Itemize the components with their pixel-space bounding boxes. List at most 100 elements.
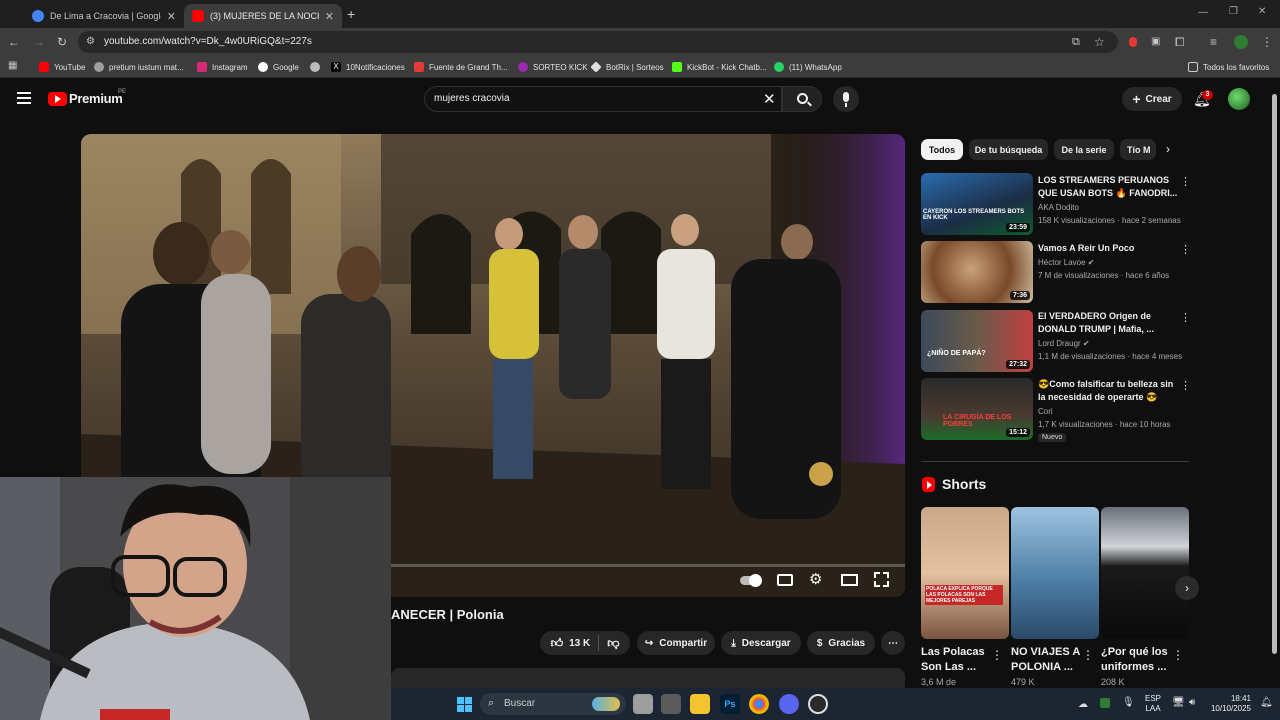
file-explorer-icon[interactable] [690, 694, 710, 714]
apps-grid-icon[interactable]: ▦ [8, 59, 17, 73]
app-icon[interactable] [661, 694, 681, 714]
tab-google-vuelos[interactable]: De Lima a Cracovia | Google Vu ✕ [24, 4, 184, 28]
chrome-menu-icon[interactable]: ⋮ [1261, 35, 1273, 49]
restore-button[interactable]: ❐ [1229, 6, 1238, 17]
youtube-logo-icon[interactable] [48, 92, 67, 106]
rec-thumbnail[interactable]: LA CIRUGÍA DE LOS POBRES 15:12 [921, 378, 1033, 440]
microphone-icon[interactable]: 🎙︎ [1122, 697, 1135, 708]
subtitles-icon[interactable] [777, 574, 793, 586]
rec-thumbnail[interactable]: CAYERON LOS STREAMERS BOTS EN KICK 23:59 [921, 173, 1033, 235]
chevron-right-icon[interactable]: › [1166, 142, 1170, 156]
extensions-puzzle-icon[interactable]: ⧠ [1175, 35, 1185, 49]
voice-search-button[interactable] [833, 86, 859, 112]
clear-search-icon[interactable]: ✕ [763, 90, 776, 108]
more-options-icon[interactable]: ⋮ [1180, 379, 1191, 392]
rec-channel[interactable]: Lord Draugr ✔ [1038, 339, 1090, 348]
reload-icon[interactable]: ↻ [57, 35, 67, 49]
bookmark-pretium[interactable]: pretium iustum mat... [94, 60, 184, 74]
tab-youtube-video[interactable]: (3) MUJERES DE LA NOCHE, CR ✕ [184, 4, 342, 28]
youtube-premium-logo[interactable]: Premium [69, 91, 123, 106]
short-title[interactable]: ¿Por qué los uniformes ... [1101, 645, 1171, 675]
rec-thumbnail[interactable]: 7:36 [921, 241, 1033, 303]
scrollbar-thumb[interactable] [1272, 94, 1277, 654]
bookmark-kickbot[interactable]: KickBot - Kick Chatb... [672, 60, 767, 74]
more-actions-button[interactable]: ⋯ [881, 631, 905, 655]
forward-icon[interactable]: → [33, 35, 45, 49]
photoshop-icon[interactable]: Ps [720, 694, 740, 714]
minimize-button[interactable]: — [1198, 7, 1208, 18]
search-query[interactable]: mujeres cracovia [434, 93, 510, 104]
close-window-button[interactable]: ✕ [1258, 6, 1266, 17]
rec-title[interactable]: 😎Como falsificar tu belleza sin la neces… [1038, 378, 1178, 404]
bookmark-instagram[interactable]: Instagram [197, 60, 248, 74]
url-text[interactable]: youtube.com/watch?v=Dk_4w0URiGQ&t=227s [104, 36, 312, 47]
all-bookmarks[interactable]: Todos los favoritos [1188, 60, 1269, 74]
volume-icon[interactable]: 🔊︎ [1189, 697, 1195, 708]
chip-de-tu-busqueda[interactable]: De tu búsqueda [969, 139, 1048, 160]
bookmark-botrix[interactable]: BotRix | Sorteos [590, 60, 664, 74]
rec-channel[interactable]: AKA Dodito [1038, 203, 1079, 212]
short-title[interactable]: Las Polacas Son Las ... [921, 645, 991, 675]
rec-channel[interactable]: Cori [1038, 407, 1053, 416]
create-button[interactable]: + Crear [1122, 87, 1182, 111]
bookmark-whatsapp[interactable]: (11) WhatsApp [774, 60, 842, 74]
like-count[interactable]: 13 K [569, 638, 590, 649]
autoplay-toggle[interactable] [740, 574, 762, 587]
search-button[interactable] [782, 86, 822, 112]
more-options-icon[interactable]: ⋮ [991, 648, 1003, 662]
discord-icon[interactable] [779, 694, 799, 714]
chip-de-la-serie[interactable]: De la serie [1054, 139, 1114, 160]
description-box[interactable] [391, 668, 905, 688]
bookmark-gta[interactable]: Fuente de Grand Th... [414, 60, 508, 74]
share-button[interactable]: ↪ Compartir [637, 631, 715, 655]
close-tab-icon[interactable]: ✕ [167, 10, 176, 23]
close-tab-icon[interactable]: ✕ [325, 10, 334, 23]
short-thumbnail[interactable] [1101, 507, 1189, 639]
short-thumbnail[interactable] [1011, 507, 1099, 639]
settings-gear-icon[interactable]: ⚙ [809, 570, 822, 588]
thumbs-down-icon[interactable]: 👎︎ [607, 636, 619, 651]
chip-todos[interactable]: Todos [921, 139, 963, 160]
rec-title[interactable]: Vamos A Reir Un Poco [1038, 242, 1178, 255]
rec-thumbnail[interactable]: ¿NIÑO DE PAPÁ? 27:32 [921, 310, 1033, 372]
bookmark-x[interactable]: X 10Notificaciones [331, 60, 405, 74]
more-options-icon[interactable]: ⋮ [1180, 311, 1191, 324]
rec-title[interactable]: El VERDADERO Origen de DONALD TRUMP | Ma… [1038, 310, 1178, 336]
thanks-button[interactable]: $ Gracias [807, 631, 875, 655]
back-icon[interactable]: ← [8, 35, 20, 49]
notification-center-icon[interactable]: 🔔︎ [1260, 697, 1273, 708]
extension-red-icon[interactable] [1129, 37, 1137, 47]
more-options-icon[interactable]: ⋮ [1180, 175, 1191, 188]
bookmark-youtube[interactable]: YouTube [39, 60, 85, 74]
tray-app-icon[interactable] [1100, 698, 1110, 708]
chrome-icon[interactable] [749, 694, 769, 714]
clock[interactable]: 18:41 10/10/2025 [1205, 694, 1251, 714]
short-thumbnail[interactable]: POLACA EXPLICA PORQUE LAS POLACAS SON LA… [921, 507, 1009, 639]
scrollbar-track[interactable] [1272, 90, 1277, 680]
language-indicator[interactable]: ESP LAA [1145, 694, 1161, 714]
rec-channel[interactable]: Héctor Lavoe ✔ [1038, 258, 1095, 267]
more-options-icon[interactable]: ⋮ [1180, 243, 1191, 256]
profile-avatar[interactable] [1234, 35, 1248, 49]
more-options-icon[interactable]: ⋮ [1172, 648, 1184, 662]
new-tab-button[interactable]: + [347, 6, 355, 22]
task-view-icon[interactable] [633, 694, 653, 714]
thumbs-up-icon[interactable]: 👍︎ [551, 636, 564, 651]
chip-tio-m[interactable]: Tío M [1120, 139, 1156, 160]
more-options-icon[interactable]: ⋮ [1082, 648, 1094, 662]
site-info-icon[interactable]: ⚙ [86, 35, 95, 49]
windows-start-icon[interactable] [454, 694, 474, 714]
network-icon[interactable]: 🖥︎ [1172, 697, 1185, 708]
extension-icon[interactable]: ▣ [1151, 35, 1160, 49]
taskbar-search-box[interactable]: ⌕ Buscar [480, 693, 626, 715]
theater-mode-icon[interactable] [841, 574, 858, 586]
install-app-icon[interactable]: ⧉ [1072, 35, 1080, 49]
shorts-next-button[interactable]: › [1175, 576, 1199, 600]
hamburger-menu-icon[interactable] [17, 92, 31, 94]
rec-title[interactable]: LOS STREAMERS PERUANOS QUE USAN BOTS 🔥 F… [1038, 174, 1178, 200]
download-button[interactable]: ⤓ Descargar [721, 631, 801, 655]
account-avatar[interactable] [1228, 88, 1250, 110]
bookmark-sorteo-kick[interactable]: SORTEO KICK [518, 60, 588, 74]
bookmark-google[interactable]: Google [258, 60, 299, 74]
bookmark-star-icon[interactable]: ☆ [1094, 35, 1105, 49]
